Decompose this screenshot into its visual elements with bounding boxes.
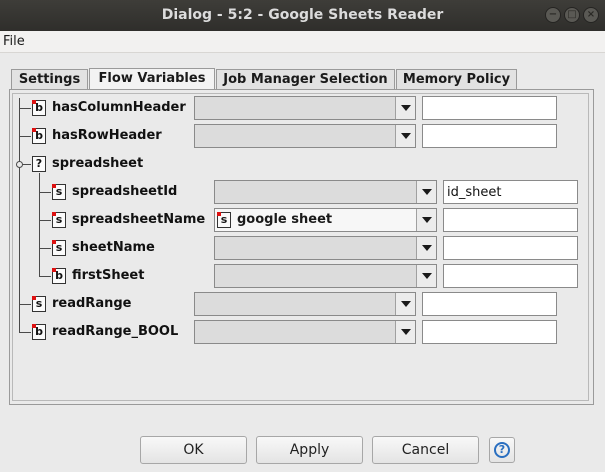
menu-file[interactable]: File bbox=[3, 34, 25, 49]
variable-label: readRange bbox=[52, 296, 132, 311]
apply-button[interactable]: Apply bbox=[256, 436, 363, 464]
tab-job-manager-selection[interactable]: Job Manager Selection bbox=[216, 69, 395, 89]
tree-line bbox=[39, 192, 51, 193]
boolean-type-icon: b bbox=[32, 100, 46, 116]
tree-line bbox=[39, 248, 51, 249]
chevron-down-icon[interactable] bbox=[395, 293, 415, 315]
chevron-down-icon[interactable] bbox=[416, 237, 436, 259]
boolean-type-icon: b bbox=[32, 128, 46, 144]
tree-line bbox=[39, 220, 51, 221]
variable-label: readRange_BOOL bbox=[52, 324, 179, 339]
boolean-type-icon: b bbox=[32, 324, 46, 340]
variable-select[interactable] bbox=[194, 292, 416, 316]
variable-select[interactable] bbox=[214, 264, 437, 288]
tab-settings[interactable]: Settings bbox=[11, 69, 88, 89]
minimize-icon[interactable]: − bbox=[545, 7, 561, 23]
variable-label: spreadsheetId bbox=[72, 184, 178, 199]
variable-label: firstSheet bbox=[72, 268, 145, 283]
tab-memory-policy[interactable]: Memory Policy bbox=[396, 69, 517, 89]
tree-line bbox=[19, 108, 31, 109]
string-type-icon: s bbox=[217, 212, 231, 228]
variable-select[interactable]: s google sheet bbox=[214, 208, 437, 232]
chevron-down-icon[interactable] bbox=[416, 265, 436, 287]
variable-select[interactable] bbox=[194, 320, 416, 344]
variable-label: spreadsheetName bbox=[72, 212, 206, 227]
variable-label: sheetName bbox=[72, 240, 155, 255]
chevron-down-icon[interactable] bbox=[395, 321, 415, 343]
tree-line bbox=[19, 98, 20, 332]
boolean-type-icon: b bbox=[52, 268, 66, 284]
maximize-icon[interactable]: □ bbox=[564, 7, 580, 23]
string-type-icon: s bbox=[32, 296, 46, 312]
variable-select[interactable] bbox=[214, 236, 437, 260]
tab-flow-variables[interactable]: Flow Variables bbox=[89, 68, 215, 90]
string-type-icon: s bbox=[52, 184, 66, 200]
variable-name-field[interactable] bbox=[443, 264, 578, 288]
window-titlebar: Dialog - 5:2 - Google Sheets Reader − □ … bbox=[0, 0, 605, 31]
close-icon[interactable]: × bbox=[583, 7, 599, 23]
variable-select[interactable] bbox=[194, 96, 416, 120]
variable-name-field[interactable] bbox=[443, 208, 578, 232]
chevron-down-icon[interactable] bbox=[395, 97, 415, 119]
variable-name-field[interactable] bbox=[422, 292, 557, 316]
string-type-icon: s bbox=[52, 212, 66, 228]
variable-name-field[interactable] bbox=[422, 320, 557, 344]
help-button[interactable]: ? bbox=[489, 437, 515, 463]
select-value: google sheet bbox=[237, 212, 333, 227]
variable-name-field[interactable] bbox=[443, 236, 578, 260]
variable-name-field[interactable] bbox=[443, 180, 578, 204]
variable-select[interactable] bbox=[214, 180, 437, 204]
variable-label: hasRowHeader bbox=[52, 128, 162, 143]
menu-bar: File bbox=[0, 31, 605, 53]
chevron-down-icon[interactable] bbox=[395, 125, 415, 147]
string-type-icon: s bbox=[52, 240, 66, 256]
chevron-down-icon[interactable] bbox=[416, 209, 436, 231]
tree-line bbox=[19, 136, 31, 137]
cancel-button[interactable]: Cancel bbox=[372, 436, 479, 464]
unknown-type-icon: ? bbox=[32, 156, 46, 172]
tree-line bbox=[19, 304, 31, 305]
variable-name-field[interactable] bbox=[422, 96, 557, 120]
tree-line bbox=[39, 173, 40, 277]
group-label: spreadsheet bbox=[52, 156, 144, 171]
tree-line bbox=[19, 332, 31, 333]
ok-button[interactable]: OK bbox=[140, 436, 247, 464]
help-icon: ? bbox=[494, 442, 510, 458]
variable-label: hasColumnHeader bbox=[52, 100, 186, 115]
window-title: Dialog - 5:2 - Google Sheets Reader bbox=[161, 7, 444, 23]
variable-select[interactable] bbox=[194, 124, 416, 148]
tree-toggle-icon[interactable] bbox=[16, 161, 23, 168]
chevron-down-icon[interactable] bbox=[416, 181, 436, 203]
tree-line bbox=[39, 276, 51, 277]
variable-name-field[interactable] bbox=[422, 124, 557, 148]
